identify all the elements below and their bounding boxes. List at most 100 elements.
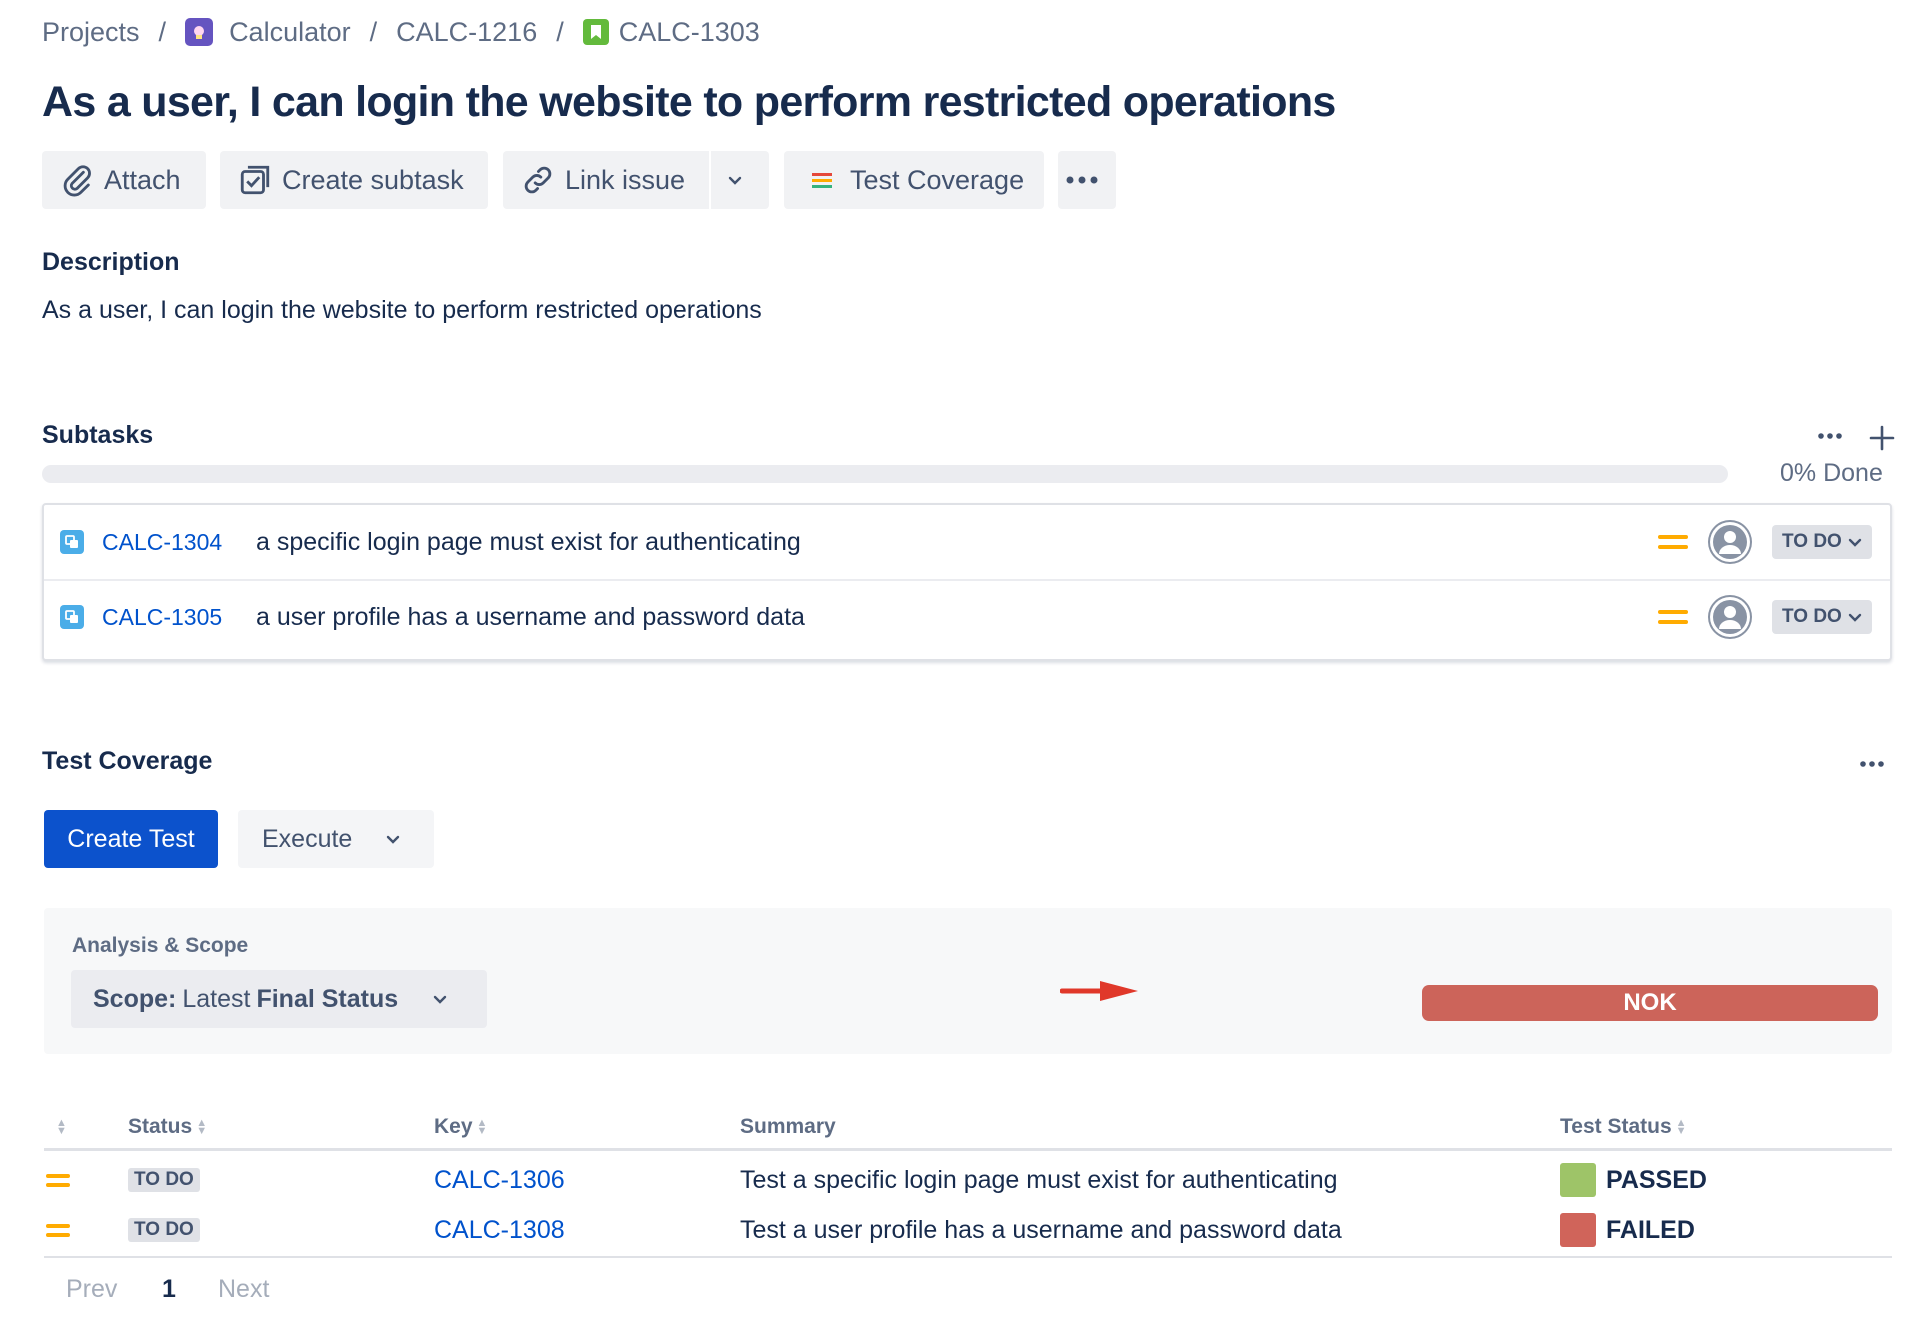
status-badge: TO DO (128, 1168, 200, 1192)
create-test-button[interactable]: Create Test (44, 810, 218, 868)
test-summary: Test a specific login page must exist fo… (740, 1165, 1338, 1194)
story-icon (582, 19, 609, 45)
avatar-icon[interactable] (1708, 520, 1752, 564)
breadcrumb-separator: / (158, 16, 167, 47)
subtask-key[interactable]: CALC-1304 (102, 529, 222, 556)
chevron-down-icon (433, 995, 447, 1004)
project-avatar-icon (185, 18, 214, 46)
test-coverage-label: Test Coverage (850, 164, 1025, 195)
test-status-label: FAILED (1606, 1215, 1695, 1244)
subtask-row[interactable]: CALC-1304 a specific login page must exi… (44, 505, 1890, 581)
test-key-link[interactable]: CALC-1308 (434, 1205, 565, 1255)
column-header-label: Test Status (1560, 1115, 1672, 1138)
column-header-label: Key (434, 1115, 473, 1138)
subtasks-progress-bar (42, 465, 1728, 483)
arrow-icon (1060, 981, 1138, 1001)
test-coverage-more-button[interactable] (1856, 756, 1888, 772)
table-row[interactable]: TO DO CALC-1308 Test a user profile has … (0, 1205, 1930, 1255)
subtask-status-dropdown[interactable]: TO DO (1772, 600, 1872, 634)
priority-medium-icon (1658, 529, 1688, 555)
attach-icon (63, 165, 91, 197)
chevron-down-icon (1848, 613, 1862, 622)
table-row[interactable]: TO DO CALC-1306 Test a specific login pa… (0, 1155, 1930, 1205)
coverage-status-bar: NOK (1422, 985, 1878, 1021)
test-summary: Test a user profile has a username and p… (740, 1215, 1342, 1244)
description-text[interactable]: As a user, I can login the website to pe… (42, 296, 762, 325)
more-actions-button[interactable] (1058, 151, 1116, 209)
link-issue-button[interactable]: Link issue (503, 151, 709, 209)
analysis-scope-label: Analysis & Scope (72, 934, 249, 957)
more-icon (1066, 176, 1098, 184)
breadcrumb-projects[interactable]: Projects (42, 17, 140, 48)
subtask-row[interactable]: CALC-1305 a user profile has a username … (44, 580, 1890, 654)
subtask-status-label: TO DO (1782, 606, 1842, 627)
link-issue-dropdown[interactable] (711, 151, 769, 209)
pagination-prev[interactable]: Prev (66, 1272, 117, 1306)
chevron-down-icon (1848, 538, 1862, 547)
subtask-status-label: TO DO (1782, 531, 1842, 552)
subtask-type-icon (60, 530, 84, 554)
test-status-swatch (1560, 1163, 1596, 1197)
breadcrumb: Projects / Calculator / CALC-1216 / CALC… (42, 12, 760, 52)
breadcrumb-separator: / (369, 16, 378, 47)
column-header-summary: Summary (740, 1110, 836, 1144)
attach-label: Attach (104, 164, 181, 195)
subtask-key[interactable]: CALC-1305 (102, 604, 222, 631)
breadcrumb-issue-label: CALC-1303 (618, 16, 760, 47)
sort-icon: ▲ ▼ (476, 1117, 488, 1137)
create-subtask-icon (240, 165, 270, 195)
priority-medium-icon (46, 1155, 70, 1205)
create-subtask-button[interactable]: Create subtask (220, 151, 488, 209)
add-subtask-button[interactable] (1866, 422, 1898, 454)
subtask-type-icon (60, 605, 84, 629)
test-issue-status: TO DO (128, 1155, 200, 1205)
execute-label: Execute (262, 824, 353, 853)
column-sort-priority[interactable]: ▲ ▼ (52, 1110, 67, 1144)
priority-medium-icon (1658, 604, 1688, 630)
create-subtask-label: Create subtask (282, 164, 464, 195)
scope-dropdown[interactable]: Scope: Latest Final Status (71, 970, 487, 1028)
subtasks-done-label: 0% Done (1780, 459, 1883, 487)
sort-icon: ▲ ▼ (196, 1117, 208, 1137)
test-status: PASSED (1560, 1155, 1707, 1205)
breadcrumb-project-label: Calculator (229, 16, 351, 47)
subtask-status-dropdown[interactable]: TO DO (1772, 525, 1872, 559)
attach-button[interactable]: Attach (42, 151, 206, 209)
breadcrumb-separator: / (556, 16, 564, 47)
subtask-summary[interactable]: a user profile has a username and passwo… (256, 603, 805, 632)
pagination-next[interactable]: Next (218, 1272, 269, 1306)
table-header-divider (44, 1148, 1892, 1151)
test-coverage-button[interactable]: Test Coverage (784, 151, 1044, 209)
scope-value-prefix: Latest (182, 984, 251, 1013)
column-header-label: Status (128, 1115, 193, 1138)
more-icon (1860, 761, 1884, 767)
pagination-page[interactable]: 1 (162, 1272, 176, 1306)
column-header-key[interactable]: Key ▲ ▼ (434, 1110, 487, 1144)
breadcrumb-issue[interactable]: CALC-1303 (582, 16, 760, 48)
sort-icon: ▲ ▼ (1675, 1117, 1687, 1137)
scope-label: Scope: (93, 984, 177, 1013)
subtask-summary[interactable]: a specific login page must exist for aut… (256, 528, 801, 557)
analysis-scope-panel: Analysis & Scope Scope: Latest Final Sta… (44, 908, 1892, 1054)
table-footer-divider (44, 1256, 1892, 1258)
priority-medium-icon (46, 1205, 70, 1255)
breadcrumb-project[interactable]: Calculator (185, 17, 351, 48)
link-icon (524, 166, 552, 194)
test-coverage-icon (812, 173, 832, 188)
chevron-down-icon (387, 835, 400, 844)
column-header-label: Summary (740, 1115, 836, 1138)
test-key-link[interactable]: CALC-1306 (434, 1155, 565, 1205)
breadcrumb-parent[interactable]: CALC-1216 (396, 17, 537, 48)
execute-dropdown[interactable]: Execute (238, 810, 434, 868)
subtasks-list: CALC-1304 a specific login page must exi… (42, 503, 1892, 661)
test-issue-status: TO DO (128, 1205, 200, 1255)
link-issue-label: Link issue (565, 164, 686, 195)
plus-icon (1869, 425, 1895, 451)
column-header-test-status[interactable]: Test Status ▲ ▼ (1560, 1110, 1687, 1144)
subtasks-heading: Subtasks (42, 421, 154, 449)
subtasks-more-button[interactable] (1812, 424, 1848, 448)
chevron-down-icon (728, 176, 742, 185)
page-title[interactable]: As a user, I can login the website to pe… (42, 78, 1336, 127)
avatar-icon[interactable] (1708, 595, 1752, 639)
column-header-status[interactable]: Status ▲ ▼ (128, 1110, 207, 1144)
